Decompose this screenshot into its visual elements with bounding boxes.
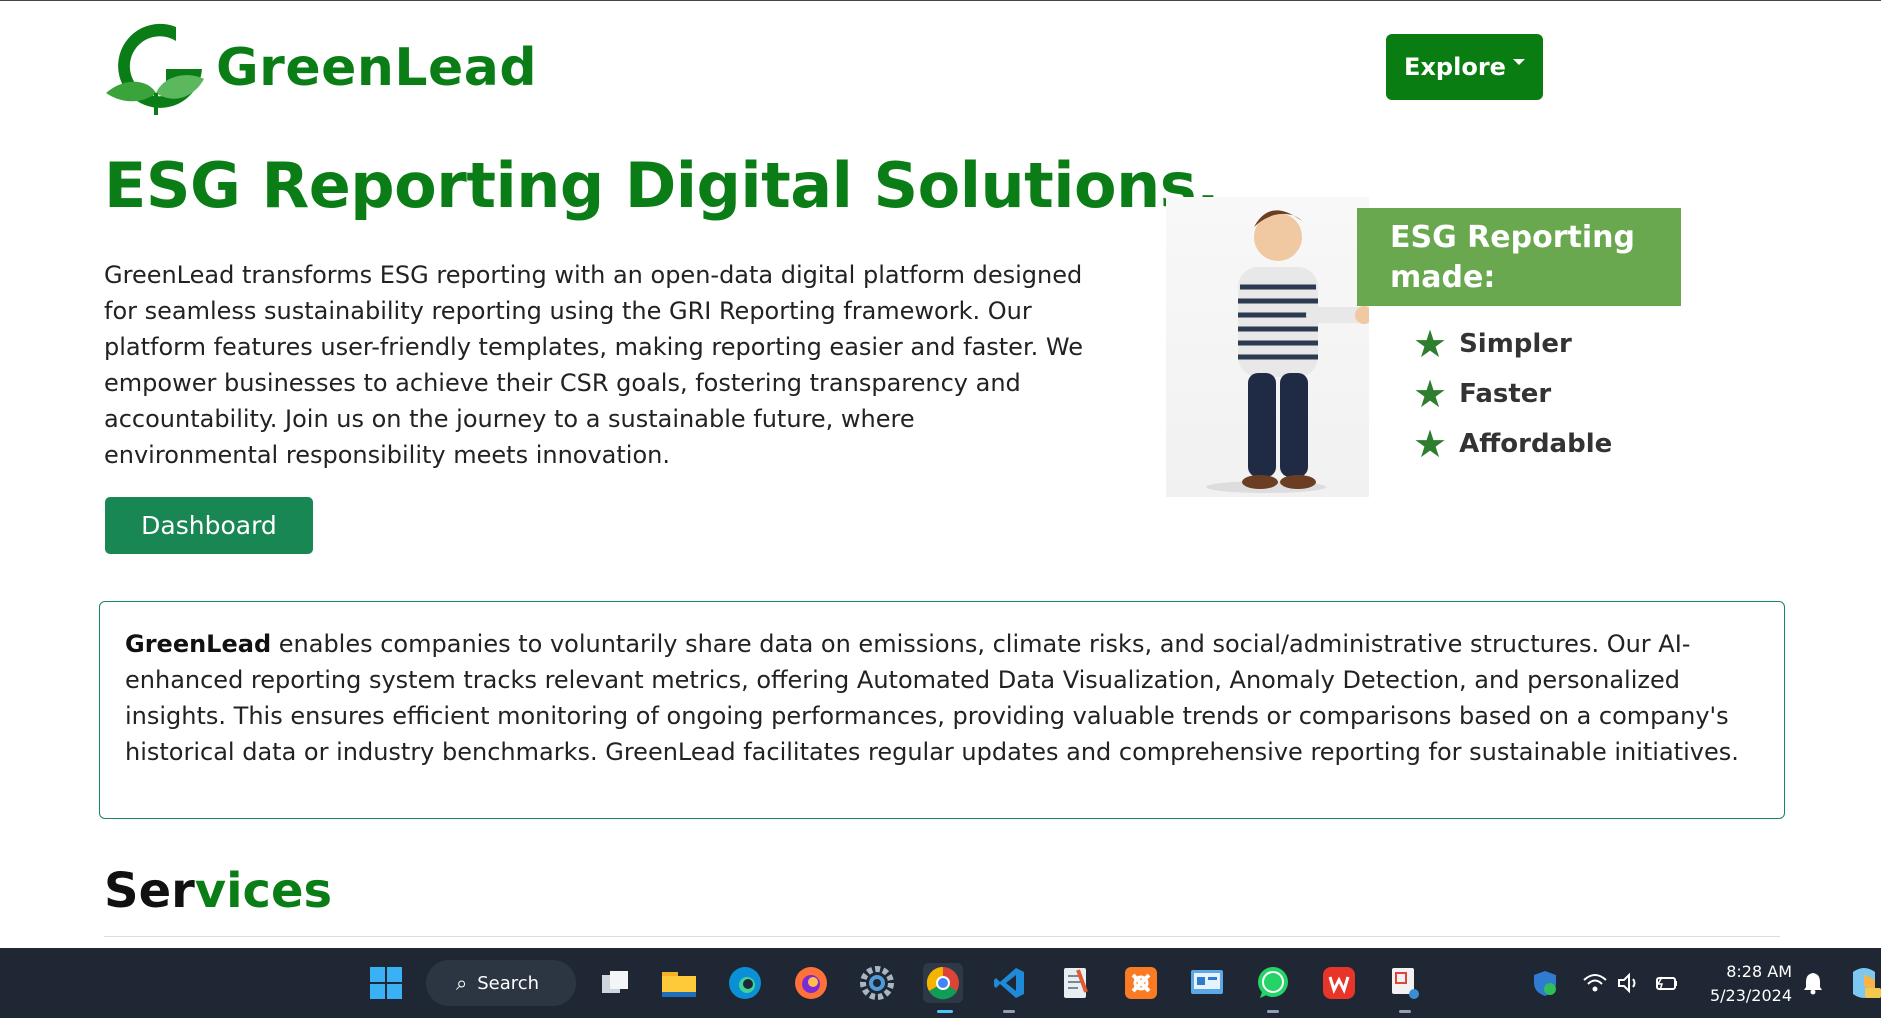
settings-gear-icon[interactable] <box>857 963 897 1003</box>
services-divider <box>104 936 1780 937</box>
explore-dropdown-button[interactable]: Explore <box>1386 34 1543 100</box>
star-icon: ★ <box>1413 322 1448 366</box>
promo-item: ★ Faster <box>1413 369 1612 419</box>
taskbar-search[interactable]: ⌕ Search <box>426 960 576 1006</box>
running-app-indicator <box>1003 1010 1015 1013</box>
running-app-indicator <box>1399 1010 1411 1013</box>
promo-item: ★ Simpler <box>1413 319 1612 369</box>
edge-icon[interactable] <box>725 963 765 1003</box>
copilot-icon[interactable] <box>1846 963 1881 1003</box>
task-view-icon[interactable] <box>595 963 635 1003</box>
explore-label: Explore <box>1404 53 1506 81</box>
dashboard-button[interactable]: Dashboard <box>105 497 313 554</box>
clock-date: 5/23/2024 <box>1709 986 1792 1005</box>
character-illustration <box>1166 197 1373 497</box>
battery-icon[interactable] <box>1652 963 1682 1003</box>
services-heading-part2: vices <box>194 863 333 919</box>
taskbar-search-label: Search <box>477 972 540 994</box>
star-icon: ★ <box>1413 422 1448 466</box>
about-text: enables companies to voluntarily share d… <box>125 630 1739 766</box>
running-app-indicator <box>1267 1010 1279 1013</box>
control-panel-icon[interactable] <box>1187 963 1227 1003</box>
clock-time: 8:28 AM <box>1726 962 1792 981</box>
about-brand: GreenLead <box>125 630 272 658</box>
notepad-icon[interactable] <box>1055 963 1095 1003</box>
promo-item-label: Affordable <box>1459 429 1613 459</box>
caret-down-icon <box>1512 59 1525 65</box>
promo-item-label: Simpler <box>1459 329 1572 359</box>
logo-text: GreenLead <box>216 38 538 98</box>
search-icon: ⌕ <box>456 971 468 995</box>
windows-start-icon[interactable] <box>366 963 406 1003</box>
services-heading: Services <box>104 863 332 919</box>
greenlead-logo[interactable]: GreenLead <box>104 19 537 117</box>
taskbar-clock[interactable]: 8:28 AM 5/23/2024 <box>1700 960 1792 1008</box>
logo-mark-icon <box>104 19 212 117</box>
about-box: GreenLead enables companies to voluntari… <box>99 601 1785 819</box>
whatsapp-icon[interactable] <box>1253 963 1293 1003</box>
volume-icon[interactable] <box>1614 963 1644 1003</box>
active-app-indicator <box>937 1010 953 1013</box>
promo-banner: ESG Reporting made: <box>1357 208 1681 306</box>
promo-item-label: Faster <box>1459 379 1552 409</box>
promo-item: ★ Affordable <box>1413 419 1612 469</box>
promo-image: ESG Reporting made: ★ Simpler ★ Faster ★ Af… <box>1166 197 1686 497</box>
star-icon: ★ <box>1413 372 1448 416</box>
snipping-tool-icon[interactable] <box>1385 963 1425 1003</box>
windows-taskbar: ⌕ Search 8:28 AM 5/23/2024 <box>0 948 1881 1018</box>
wps-office-icon[interactable] <box>1319 963 1359 1003</box>
security-shield-icon[interactable] <box>1530 963 1560 1003</box>
hero-title: ESG Reporting Digital Solutions. <box>104 149 1220 222</box>
firefox-icon[interactable] <box>791 963 831 1003</box>
wifi-icon[interactable] <box>1580 963 1610 1003</box>
services-heading-part1: Ser <box>104 863 195 919</box>
hero-description: GreenLead transforms ESG reporting with … <box>104 261 1083 469</box>
promo-list: ★ Simpler ★ Faster ★ Affordable <box>1413 319 1612 469</box>
browser-page: GreenLead Explore ESG Reporting Digital … <box>0 0 1881 948</box>
file-explorer-icon[interactable] <box>659 963 699 1003</box>
notification-bell-icon[interactable] <box>1798 963 1828 1003</box>
vscode-icon[interactable] <box>989 963 1029 1003</box>
chrome-icon[interactable] <box>923 963 963 1003</box>
xampp-icon[interactable] <box>1121 963 1161 1003</box>
